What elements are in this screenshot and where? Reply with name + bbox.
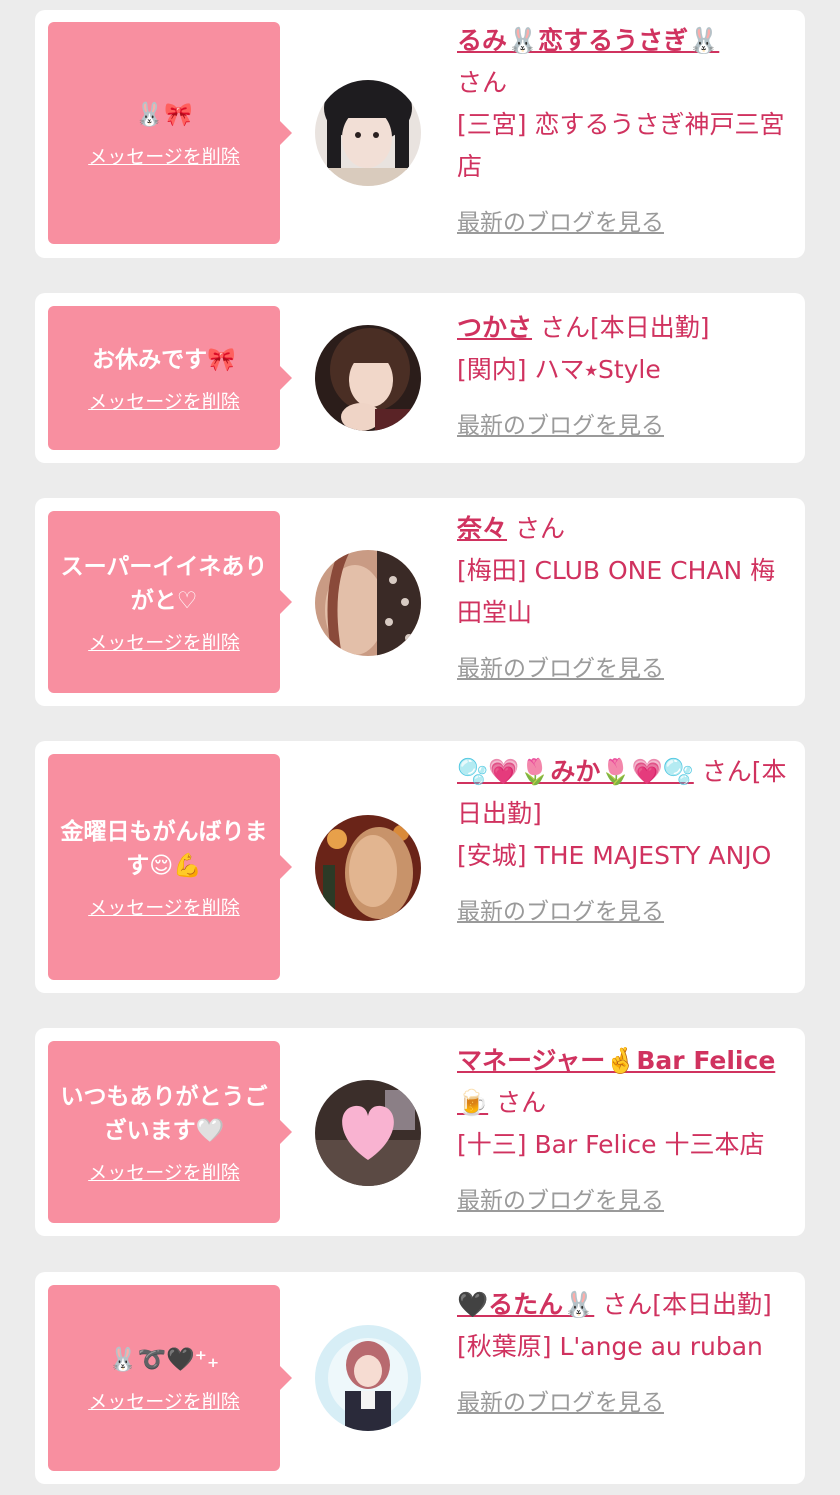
message-bubble: いつもありがとうございます🤍 メッセージを削除 — [48, 1041, 292, 1223]
message-card: いつもありがとうございます🤍 メッセージを削除 マネージャー🤞Bar Felic… — [35, 1028, 805, 1236]
girl-portrait-photo-icon — [315, 325, 421, 431]
latest-blog-link[interactable]: 最新のブログを見る — [457, 891, 787, 933]
cast-name-link[interactable]: るみ🐰恋するうさぎ🐰 — [457, 26, 719, 55]
message-bubble: 🐰➰🖤⁺₊ メッセージを削除 — [48, 1285, 292, 1471]
status-badge: [本日出勤] — [589, 313, 710, 342]
message-text: いつもありがとうございます🤍 — [60, 1083, 268, 1144]
shop-label: [梅田] CLUB ONE CHAN 梅田堂山 — [457, 556, 776, 627]
heart-covered-photo-icon — [315, 1080, 421, 1186]
shop-label: [関内] ハマ⭑Style — [457, 355, 661, 384]
message-bubble: スーパーイイネありがと♡ メッセージを削除 — [48, 511, 292, 693]
avatar[interactable] — [315, 325, 421, 431]
latest-blog-link[interactable]: 最新のブログを見る — [457, 202, 787, 244]
message-list: 🐰🎀 メッセージを削除 るみ🐰恋するうさぎ🐰 さん [三宮] 恋するうさぎ神戸三… — [0, 0, 840, 1495]
message-text: 🐰🎀 — [135, 101, 193, 128]
latest-blog-link[interactable]: 最新のブログを見る — [457, 1180, 787, 1222]
shop-label: [秋葉原] L'ange au ruban — [457, 1332, 763, 1361]
card-info: マネージャー🤞Bar Felice🍺 さん [十三] Bar Felice 十三… — [457, 1040, 787, 1222]
girl-portrait-photo-icon — [315, 815, 421, 921]
honorific: さん — [514, 514, 565, 543]
delete-message-link[interactable]: メッセージを削除 — [88, 1387, 240, 1414]
delete-message-link[interactable]: メッセージを削除 — [88, 1158, 240, 1185]
cast-name-link[interactable]: 🫧💗🌷みか🌷💗🫧 — [457, 757, 694, 786]
avatar[interactable] — [315, 550, 421, 656]
honorific: さん — [602, 1290, 653, 1319]
honorific: さん — [701, 757, 752, 786]
cast-name-link[interactable]: つかさ — [457, 313, 532, 342]
girl-portrait-photo-icon — [315, 550, 421, 656]
card-info: るみ🐰恋するうさぎ🐰 さん [三宮] 恋するうさぎ神戸三宮店 最新のブログを見る — [457, 20, 787, 244]
card-info: 🫧💗🌷みか🌷💗🫧 さん[本日出勤] [安城] THE MAJESTY ANJO … — [457, 751, 787, 933]
latest-blog-link[interactable]: 最新のブログを見る — [457, 1382, 787, 1424]
honorific: さん — [496, 1088, 547, 1117]
avatar[interactable] — [315, 1080, 421, 1186]
message-text: スーパーイイネありがと♡ — [60, 553, 268, 614]
shop-label: [三宮] 恋するうさぎ神戸三宮店 — [457, 110, 785, 181]
latest-blog-link[interactable]: 最新のブログを見る — [457, 648, 787, 690]
latest-blog-link[interactable]: 最新のブログを見る — [457, 405, 787, 447]
status-badge: [本日出勤] — [652, 1290, 772, 1319]
message-card: スーパーイイネありがと♡ メッセージを削除 奈々 さん [梅田] CLUB ON… — [35, 498, 805, 706]
avatar[interactable] — [315, 815, 421, 921]
message-card: お休みです🎀 メッセージを削除 つかさ さん[本日出勤] [関内] ハマ⭑Sty… — [35, 293, 805, 463]
message-text: 金曜日もがんばります😌💪 — [60, 818, 268, 879]
delete-message-link[interactable]: メッセージを削除 — [88, 628, 240, 655]
card-info: 奈々 さん [梅田] CLUB ONE CHAN 梅田堂山 最新のブログを見る — [457, 508, 787, 690]
message-card: 金曜日もがんばります😌💪 メッセージを削除 🫧💗🌷みか🌷💗🫧 さん[本日出勤] … — [35, 741, 805, 993]
girl-portrait-photo-icon — [315, 80, 421, 186]
message-card: 🐰🎀 メッセージを削除 るみ🐰恋するうさぎ🐰 さん [三宮] 恋するうさぎ神戸三… — [35, 10, 805, 258]
message-text: お休みです🎀 — [92, 346, 236, 373]
delete-message-link[interactable]: メッセージを削除 — [88, 142, 240, 169]
message-bubble: 金曜日もがんばります😌💪 メッセージを削除 — [48, 754, 292, 980]
message-card: 🐰➰🖤⁺₊ メッセージを削除 🖤るたん🐰 さん[本日出勤] [秋葉原] L'an… — [35, 1272, 805, 1484]
shop-label: [安城] THE MAJESTY ANJO — [457, 841, 772, 870]
honorific: さん — [457, 68, 508, 97]
avatar[interactable] — [315, 1325, 421, 1431]
cast-name-link[interactable]: 🖤るたん🐰 — [457, 1290, 594, 1319]
avatar[interactable] — [315, 80, 421, 186]
card-info: つかさ さん[本日出勤] [関内] ハマ⭑Style 最新のブログを見る — [457, 307, 787, 447]
message-bubble: 🐰🎀 メッセージを削除 — [48, 22, 292, 244]
shop-label: [十三] Bar Felice 十三本店 — [457, 1130, 765, 1159]
delete-message-link[interactable]: メッセージを削除 — [88, 387, 240, 414]
card-info: 🖤るたん🐰 さん[本日出勤] [秋葉原] L'ange au ruban 最新の… — [457, 1284, 787, 1424]
girl-portrait-photo-icon — [315, 1325, 421, 1431]
honorific: さん — [539, 313, 590, 342]
message-text: 🐰➰🖤⁺₊ — [108, 1346, 220, 1373]
delete-message-link[interactable]: メッセージを削除 — [88, 893, 240, 920]
message-bubble: お休みです🎀 メッセージを削除 — [48, 306, 292, 450]
cast-name-link[interactable]: 奈々 — [457, 514, 507, 543]
